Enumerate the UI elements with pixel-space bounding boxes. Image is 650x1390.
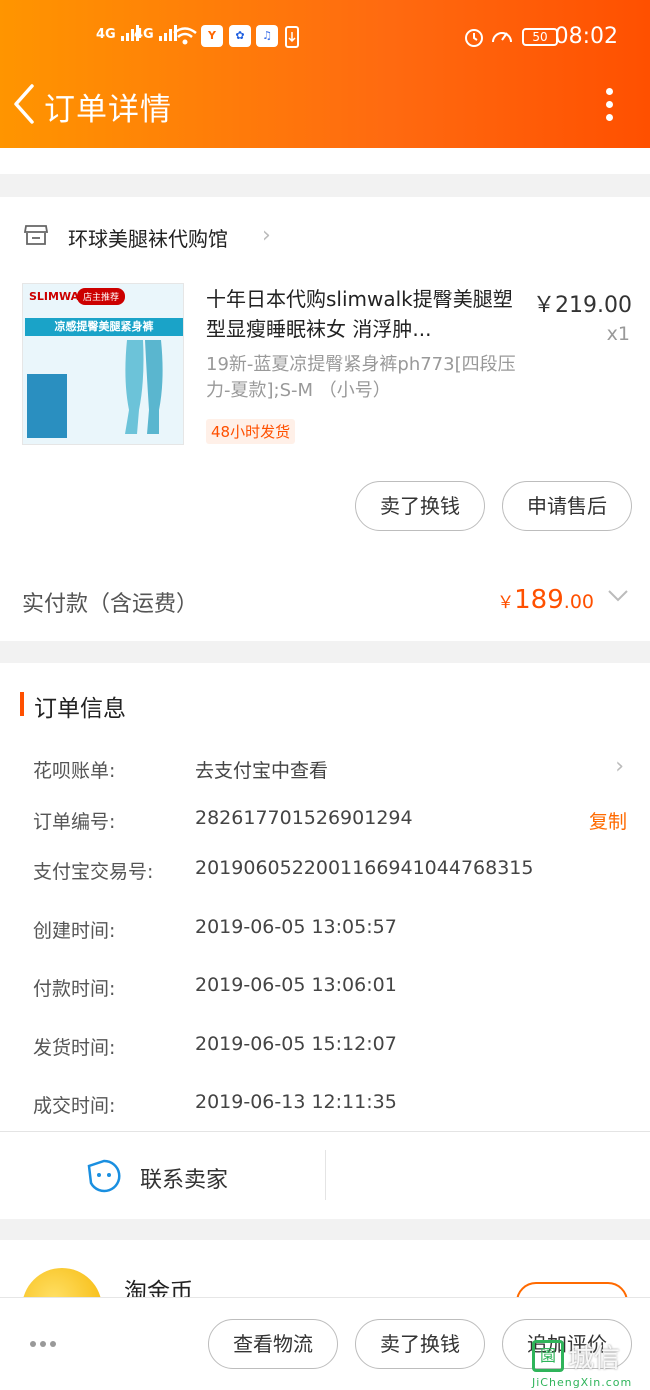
- huabei-row[interactable]: 花呗账单: 去支付宝中查看 ›: [0, 754, 650, 796]
- shipped-time-row: 发货时间: 2019-06-05 15:12:07: [33, 1033, 397, 1059]
- product-title[interactable]: 十年日本代购slimwalk提臀美腿塑型显瘦睡眠袜女 消浮肿...: [206, 284, 516, 344]
- chevron-right-icon[interactable]: ›: [262, 223, 271, 248]
- baidu-paw-icon: ✿: [229, 25, 251, 47]
- more-vertical-icon[interactable]: [606, 88, 614, 122]
- section-accent-bar: [20, 692, 24, 716]
- chevron-down-icon[interactable]: [606, 583, 630, 607]
- order-info-card: 订单信息 花呗账单: 去支付宝中查看 › 订单编号: 2826177015269…: [0, 663, 650, 1219]
- music-note-icon: ♫: [256, 25, 278, 47]
- battery-indicator: 50: [522, 28, 558, 46]
- sell-for-cash-button[interactable]: 卖了换钱: [355, 481, 485, 531]
- paid-time-row: 付款时间: 2019-06-05 13:06:01: [33, 974, 397, 1000]
- alipay-trade-row: 支付宝交易号: 2019060522001166941044768315: [33, 857, 534, 883]
- product-sku: 19新-蓝夏凉提臀紧身裤ph773[四段压力-夏款];S-M （小号）: [206, 354, 516, 401]
- contact-seller-button[interactable]: 联系卖家: [140, 1162, 228, 1194]
- status-bar: 4G 4G Y ✿ ♫ 50 08:02: [0, 0, 650, 76]
- watermark-logo-icon: 園: [532, 1340, 564, 1372]
- sim-icon: [285, 26, 299, 48]
- product-price: ￥219.00: [533, 293, 632, 318]
- chat-face-icon[interactable]: [86, 1158, 122, 1194]
- order-info-title: 订单信息: [34, 696, 126, 722]
- clock: 08:02: [554, 24, 618, 49]
- store-icon: [24, 225, 48, 245]
- divider: [325, 1150, 326, 1200]
- store-product-card: 环球美腿袜代购馆 › SLIMWALK 店主推荐 凉感提臀美腿紧身裤 十年日本代…: [0, 197, 650, 641]
- paid-amount: ￥189.00: [497, 585, 594, 615]
- product-box-graphic: [27, 374, 67, 438]
- ship-badge: 48小时发货: [206, 419, 296, 444]
- chevron-left-icon[interactable]: [10, 82, 40, 126]
- store-name[interactable]: 环球美腿袜代购馆: [68, 223, 228, 252]
- sell-for-cash-button[interactable]: 卖了换钱: [355, 1319, 485, 1369]
- product-quantity: x1: [606, 323, 630, 345]
- watermark: 園 城信 JiChengXin.com: [532, 1338, 646, 1389]
- product-image-tag: 店主推荐: [77, 288, 126, 305]
- paid-label: 实付款（含运费）: [22, 592, 199, 617]
- view-logistics-button[interactable]: 查看物流: [208, 1319, 338, 1369]
- product-image[interactable]: SLIMWALK 店主推荐 凉感提臀美腿紧身裤: [22, 283, 184, 445]
- more-horizontal-icon[interactable]: [30, 1332, 62, 1347]
- after-sale-button[interactable]: 申请售后: [502, 481, 632, 531]
- page-title: 订单详情: [44, 92, 172, 128]
- yixiu-app-icon: Y: [201, 25, 223, 47]
- wifi-icon: [173, 27, 197, 45]
- created-time-row: 创建时间: 2019-06-05 13:05:57: [33, 916, 397, 942]
- copy-button[interactable]: 复制: [589, 807, 627, 834]
- alarm-icon: [465, 29, 483, 47]
- chevron-right-icon[interactable]: ›: [615, 754, 624, 779]
- app-header: 4G 4G Y ✿ ♫ 50 08:02 订单详情: [0, 0, 650, 148]
- legs-graphic: [125, 340, 163, 434]
- top-strip: [0, 148, 650, 174]
- product-image-band: 凉感提臀美腿紧身裤: [25, 318, 183, 336]
- completed-time-row: 成交时间: 2019-06-13 12:11:35: [33, 1091, 397, 1117]
- speed-gauge-icon: [492, 32, 512, 43]
- order-number-row: 订单编号: 282617701526901294 复制: [33, 807, 627, 834]
- divider: [0, 1131, 650, 1132]
